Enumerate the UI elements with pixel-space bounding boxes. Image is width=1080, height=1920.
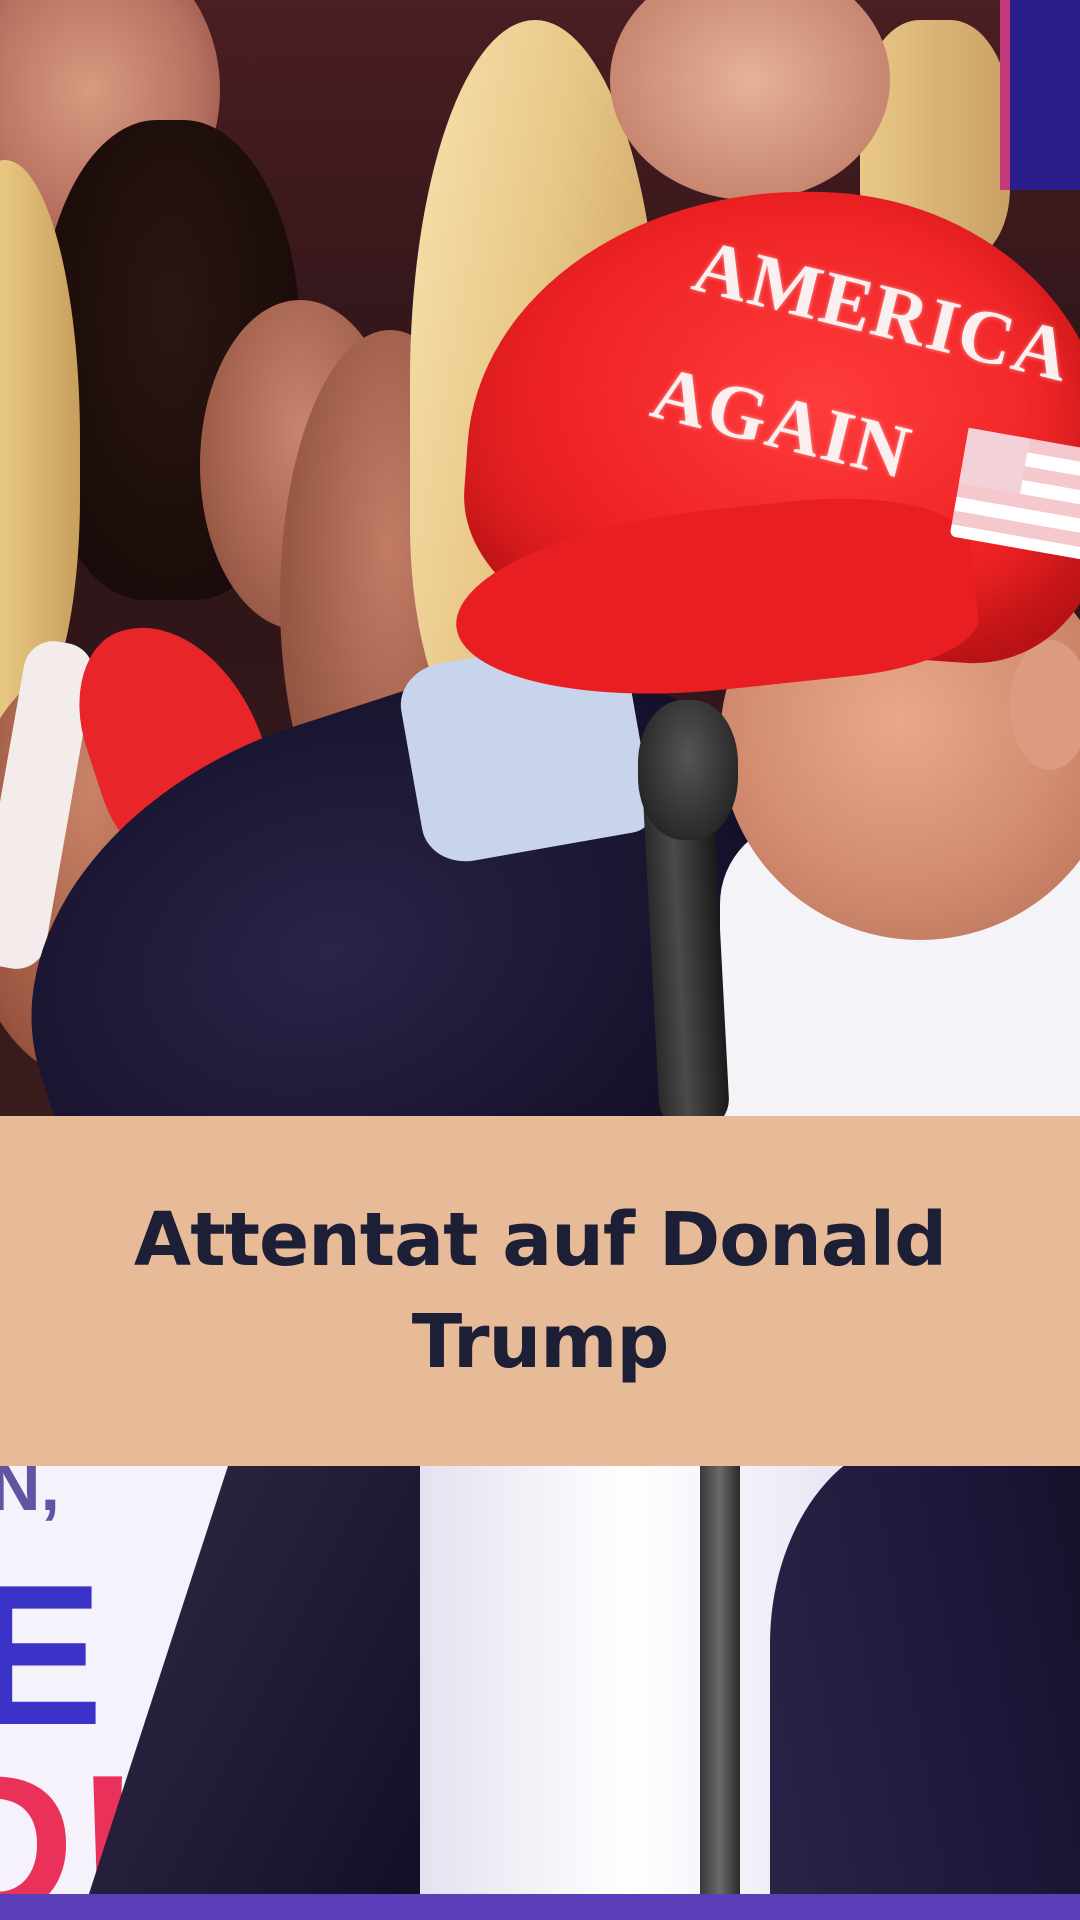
microphone-icon [638, 700, 738, 840]
story-frame[interactable]: AMERICA AGAIN Attentat auf Donald Trump … [0, 0, 1080, 1920]
headline: Attentat auf Donald Trump [130, 1189, 950, 1393]
headline-line2: Trump [411, 1299, 670, 1385]
bottom-color-strip [0, 1894, 1080, 1920]
photo-bottom: N, E D! [0, 1466, 1080, 1920]
microphone-pole [700, 1466, 740, 1920]
headline-line1: Attentat auf Donald [133, 1197, 947, 1283]
speaker-jacket-lower-right [770, 1466, 1080, 1920]
stage-banner-edge [1000, 0, 1080, 190]
speaker-ear [1010, 640, 1080, 770]
crowd-face-blond [610, 0, 890, 200]
caption-banner: Attentat auf Donald Trump [0, 1116, 1080, 1466]
sign-fragment: N, [0, 1466, 60, 1525]
photo-top: AMERICA AGAIN [0, 0, 1080, 1116]
flag-canton [958, 427, 1030, 494]
